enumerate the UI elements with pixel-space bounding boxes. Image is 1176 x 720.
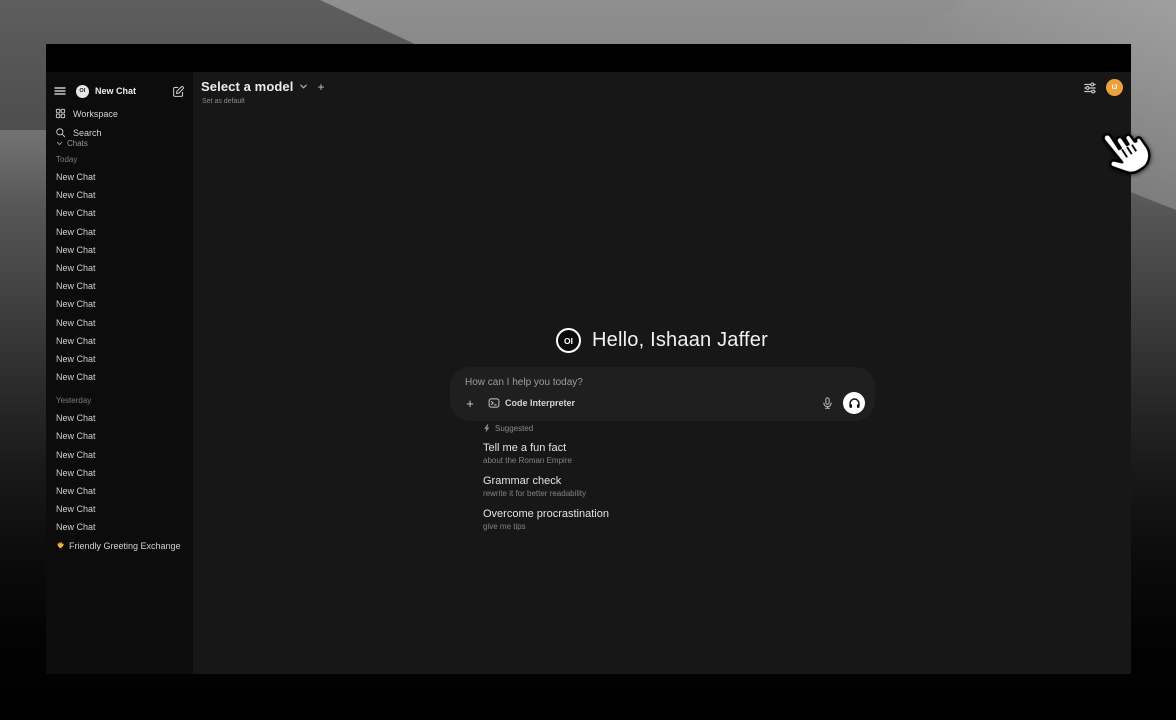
sidebar-title: New Chat bbox=[95, 86, 136, 96]
chat-item-label: New Chat bbox=[56, 446, 96, 464]
chat-list-item[interactable]: New Chat bbox=[46, 332, 193, 350]
microphone-icon[interactable] bbox=[821, 396, 834, 410]
set-default-link[interactable]: Set as default bbox=[202, 98, 245, 105]
chat-item-label: New Chat bbox=[56, 482, 96, 500]
window-top-band bbox=[46, 44, 1131, 72]
chat-list-item[interactable]: New Chat bbox=[46, 186, 193, 204]
model-selector-label: Select a model bbox=[201, 79, 293, 94]
chat-item-label: New Chat bbox=[56, 223, 96, 241]
chat-item-label: New Chat bbox=[56, 409, 96, 427]
chat-list-item[interactable]: New Chat bbox=[46, 409, 193, 427]
chat-item-label: New Chat bbox=[56, 500, 96, 518]
settings-sliders-icon[interactable] bbox=[1083, 81, 1097, 95]
chats-section-toggle[interactable]: Chats bbox=[46, 136, 193, 151]
app-logo: OI bbox=[76, 85, 89, 98]
chat-list-item[interactable]: New Chat bbox=[46, 427, 193, 445]
suggested-header: Suggested bbox=[483, 422, 793, 434]
chat-list-item[interactable]: Friendly Greeting Exchange bbox=[46, 537, 193, 555]
workspace-icon bbox=[55, 108, 66, 119]
chat-group-label: Today bbox=[46, 152, 193, 168]
prompt-subtitle: about the Roman Empire bbox=[483, 456, 793, 466]
sidebar: OI New Chat Workspace bbox=[46, 72, 193, 674]
chat-item-label: New Chat bbox=[56, 241, 96, 259]
chats-section-label: Chats bbox=[67, 139, 88, 148]
code-interpreter-label: Code Interpreter bbox=[505, 398, 575, 408]
chat-item-label: New Chat bbox=[56, 518, 96, 536]
chat-item-label: New Chat bbox=[56, 350, 96, 368]
chat-list-item[interactable]: New Chat bbox=[46, 241, 193, 259]
suggested-prompts: Suggested Tell me a fun fact about the R… bbox=[483, 422, 793, 532]
top-right-controls: IJ bbox=[1083, 79, 1123, 96]
chat-list-item[interactable]: New Chat bbox=[46, 482, 193, 500]
chat-item-label: New Chat bbox=[56, 277, 96, 295]
suggested-prompt[interactable]: Grammar check rewrite it for better read… bbox=[483, 475, 793, 499]
greeting-row: OI Hello, Ishaan Jaffer bbox=[193, 328, 1131, 353]
chat-groups: Today New Chat New Chat New Chat New Cha… bbox=[46, 152, 193, 555]
prompt-subtitle: give me tips bbox=[483, 522, 793, 532]
chat-list-item[interactable]: New Chat bbox=[46, 259, 193, 277]
chat-item-label: New Chat bbox=[56, 314, 96, 332]
add-model-button[interactable]: + bbox=[317, 80, 324, 94]
chat-list-item[interactable]: New Chat bbox=[46, 464, 193, 482]
attach-button[interactable]: + bbox=[462, 396, 478, 411]
chat-item-label: New Chat bbox=[56, 204, 96, 222]
chat-list-item[interactable]: New Chat bbox=[46, 518, 193, 536]
prompt-title: Overcome procrastination bbox=[483, 508, 793, 521]
suggested-label: Suggested bbox=[495, 424, 533, 433]
sidebar-toggle-icon[interactable] bbox=[54, 86, 66, 96]
chat-list: Chats Today New Chat New Chat New Chat N… bbox=[46, 136, 193, 674]
chat-item-label: New Chat bbox=[56, 368, 96, 386]
chat-item-label: New Chat bbox=[56, 259, 96, 277]
prompt-title: Grammar check bbox=[483, 475, 793, 488]
chat-list-item[interactable]: New Chat bbox=[46, 204, 193, 222]
chat-group-label: Yesterday bbox=[46, 393, 193, 409]
chat-item-label: New Chat bbox=[56, 427, 96, 445]
chat-list-item[interactable]: New Chat bbox=[46, 446, 193, 464]
wave-emoji-icon bbox=[56, 541, 65, 550]
chat-list-item[interactable]: New Chat bbox=[46, 168, 193, 186]
model-selector[interactable]: Select a model + bbox=[201, 79, 324, 94]
chat-list-item[interactable]: New Chat bbox=[46, 500, 193, 518]
prompt-title: Tell me a fun fact bbox=[483, 442, 793, 455]
voice-call-button[interactable] bbox=[843, 392, 865, 414]
chat-item-label: New Chat bbox=[56, 332, 96, 350]
user-avatar[interactable]: IJ bbox=[1106, 79, 1123, 96]
suggested-prompt[interactable]: Overcome procrastination give me tips bbox=[483, 508, 793, 532]
chat-list-item[interactable]: New Chat bbox=[46, 368, 193, 386]
lightning-bolt-icon bbox=[483, 424, 491, 433]
chat-list-item[interactable]: New Chat bbox=[46, 295, 193, 313]
sidebar-item-workspace[interactable]: Workspace bbox=[46, 104, 193, 123]
composer-toolbar: + Code Interpreter bbox=[462, 392, 865, 414]
message-input-placeholder: How can I help you today? bbox=[465, 377, 583, 388]
sidebar-header: OI New Chat bbox=[46, 78, 193, 104]
chevron-down-icon bbox=[299, 82, 308, 91]
code-interpreter-toggle[interactable]: Code Interpreter bbox=[488, 397, 575, 409]
chat-item-label: New Chat bbox=[56, 295, 96, 313]
chevron-down-icon bbox=[56, 140, 63, 147]
terminal-icon bbox=[488, 397, 500, 409]
chat-item-label: New Chat bbox=[56, 464, 96, 482]
new-chat-icon[interactable] bbox=[172, 85, 185, 98]
greeting-text: Hello, Ishaan Jaffer bbox=[592, 329, 768, 352]
prompt-subtitle: rewrite it for better readability bbox=[483, 489, 793, 499]
suggested-prompt[interactable]: Tell me a fun fact about the Roman Empir… bbox=[483, 442, 793, 466]
workspace-label: Workspace bbox=[73, 109, 118, 119]
app-window: OI New Chat Workspace bbox=[46, 44, 1131, 674]
main-area: Select a model + Set as default bbox=[193, 72, 1131, 674]
app-logo-large: OI bbox=[556, 328, 581, 353]
chat-list-item[interactable]: New Chat bbox=[46, 314, 193, 332]
chat-list-item[interactable]: New Chat bbox=[46, 223, 193, 241]
chat-item-label: New Chat bbox=[56, 168, 96, 186]
message-input[interactable]: How can I help you today? + Code Interpr… bbox=[450, 367, 875, 421]
chat-list-item[interactable]: New Chat bbox=[46, 350, 193, 368]
chat-item-label: New Chat bbox=[56, 186, 96, 204]
headphones-icon bbox=[848, 397, 861, 410]
stage: OI New Chat Workspace bbox=[0, 0, 1176, 720]
chat-list-item[interactable]: New Chat bbox=[46, 277, 193, 295]
chat-item-label: Friendly Greeting Exchange bbox=[69, 537, 181, 555]
